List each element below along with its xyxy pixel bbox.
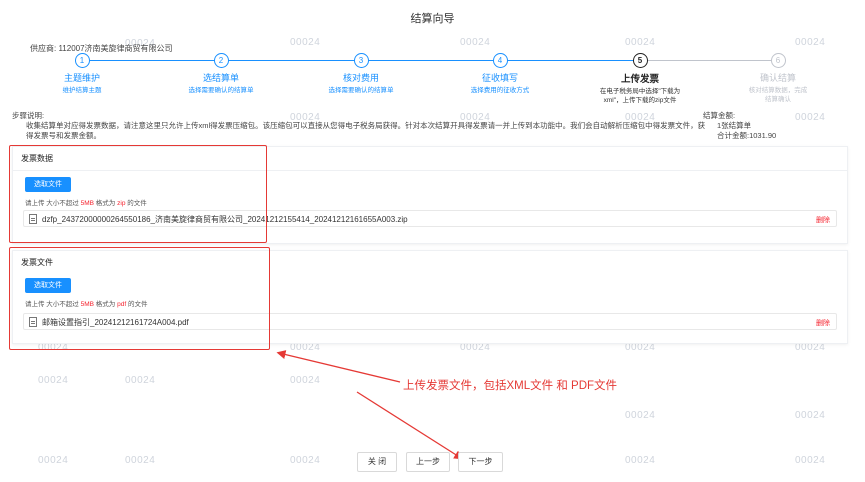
- prev-step-button[interactable]: 上一步: [406, 452, 450, 472]
- annotation-arrows: [276, 350, 464, 460]
- next-step-button[interactable]: 下一步: [458, 452, 503, 472]
- arrow-to-upload-card: [276, 350, 401, 383]
- arrow-to-next-button: [356, 391, 464, 460]
- close-button[interactable]: 关 闭: [357, 452, 397, 472]
- annotation-text: 上传发票文件，包括XML文件 和 PDF文件: [403, 380, 618, 392]
